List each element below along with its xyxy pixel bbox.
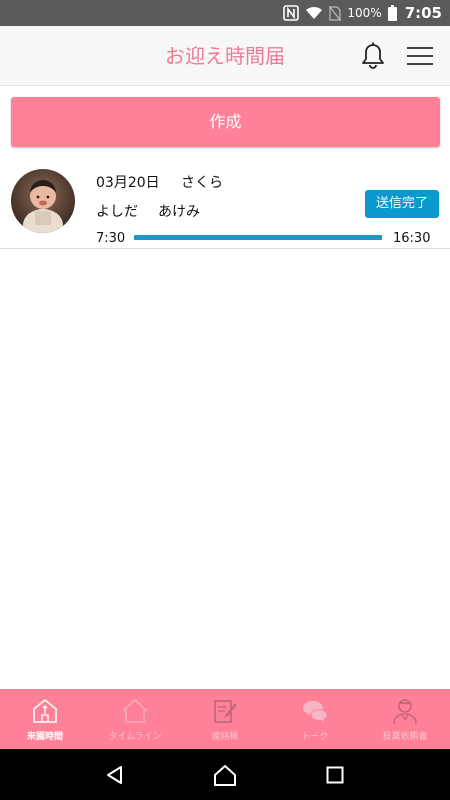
back-icon[interactable] xyxy=(100,760,130,790)
nav-label-notebook: 連絡帳 xyxy=(211,732,239,742)
house-icon xyxy=(122,698,148,723)
end-time: 16:30 xyxy=(393,231,431,246)
nav-item-notebook[interactable]: 連絡帳 xyxy=(180,689,270,749)
chat-bubbles-icon xyxy=(303,701,328,723)
nav-label-talk: トーク xyxy=(301,732,329,742)
entry-date: 03月20日 xyxy=(96,175,160,191)
child-name: さくら xyxy=(181,175,223,191)
hamburger-menu-icon[interactable] xyxy=(406,44,434,68)
battery-percent: 100% xyxy=(347,6,382,20)
system-navigation-bar xyxy=(0,749,450,800)
app-screen: 100% 7:05 お迎え時間届 作成 03月20日 さくら よしだ あけみ 送… xyxy=(0,0,450,800)
nav-label-attendance-time: 来園時間 xyxy=(26,732,63,742)
status-badge: 送信完了 xyxy=(365,190,439,218)
start-time: 7:30 xyxy=(96,231,126,246)
nfc-icon xyxy=(283,5,300,21)
nav-item-talk[interactable]: トーク xyxy=(270,689,360,749)
bell-icon[interactable] xyxy=(360,42,386,70)
nav-item-attendance-time[interactable]: 来園時間 xyxy=(0,689,90,749)
parent-first-name: あけみ xyxy=(158,204,200,220)
battery-icon xyxy=(387,5,397,21)
no-sim-icon xyxy=(329,5,342,21)
nav-item-medication[interactable]: 投薬依頼書 xyxy=(360,689,450,749)
status-bar: 100% 7:05 xyxy=(0,0,450,26)
status-time: 7:05 xyxy=(404,4,442,22)
bottom-navigation: 来園時間 タイムライン 連絡帳 トーク 投薬依頼書 xyxy=(0,689,450,749)
avatar xyxy=(11,169,75,233)
recent-apps-icon[interactable] xyxy=(320,760,350,790)
time-range-bar xyxy=(134,235,382,240)
home-icon[interactable] xyxy=(210,760,240,790)
nav-item-timeline[interactable]: タイムライン xyxy=(90,689,180,749)
kindergarten-time-icon xyxy=(33,698,57,723)
app-header: お迎え時間届 xyxy=(0,26,450,86)
nav-label-medication: 投薬依頼書 xyxy=(382,732,428,742)
nav-label-timeline: タイムライン xyxy=(108,732,162,742)
wifi-icon xyxy=(305,6,323,20)
parent-last-name: よしだ xyxy=(96,204,138,220)
create-button[interactable]: 作成 xyxy=(11,97,440,147)
doctor-icon xyxy=(393,699,417,725)
list-item[interactable]: 03月20日 さくら よしだ あけみ 送信完了 7:30 16:30 xyxy=(0,160,450,249)
notebook-pen-icon xyxy=(214,700,237,723)
